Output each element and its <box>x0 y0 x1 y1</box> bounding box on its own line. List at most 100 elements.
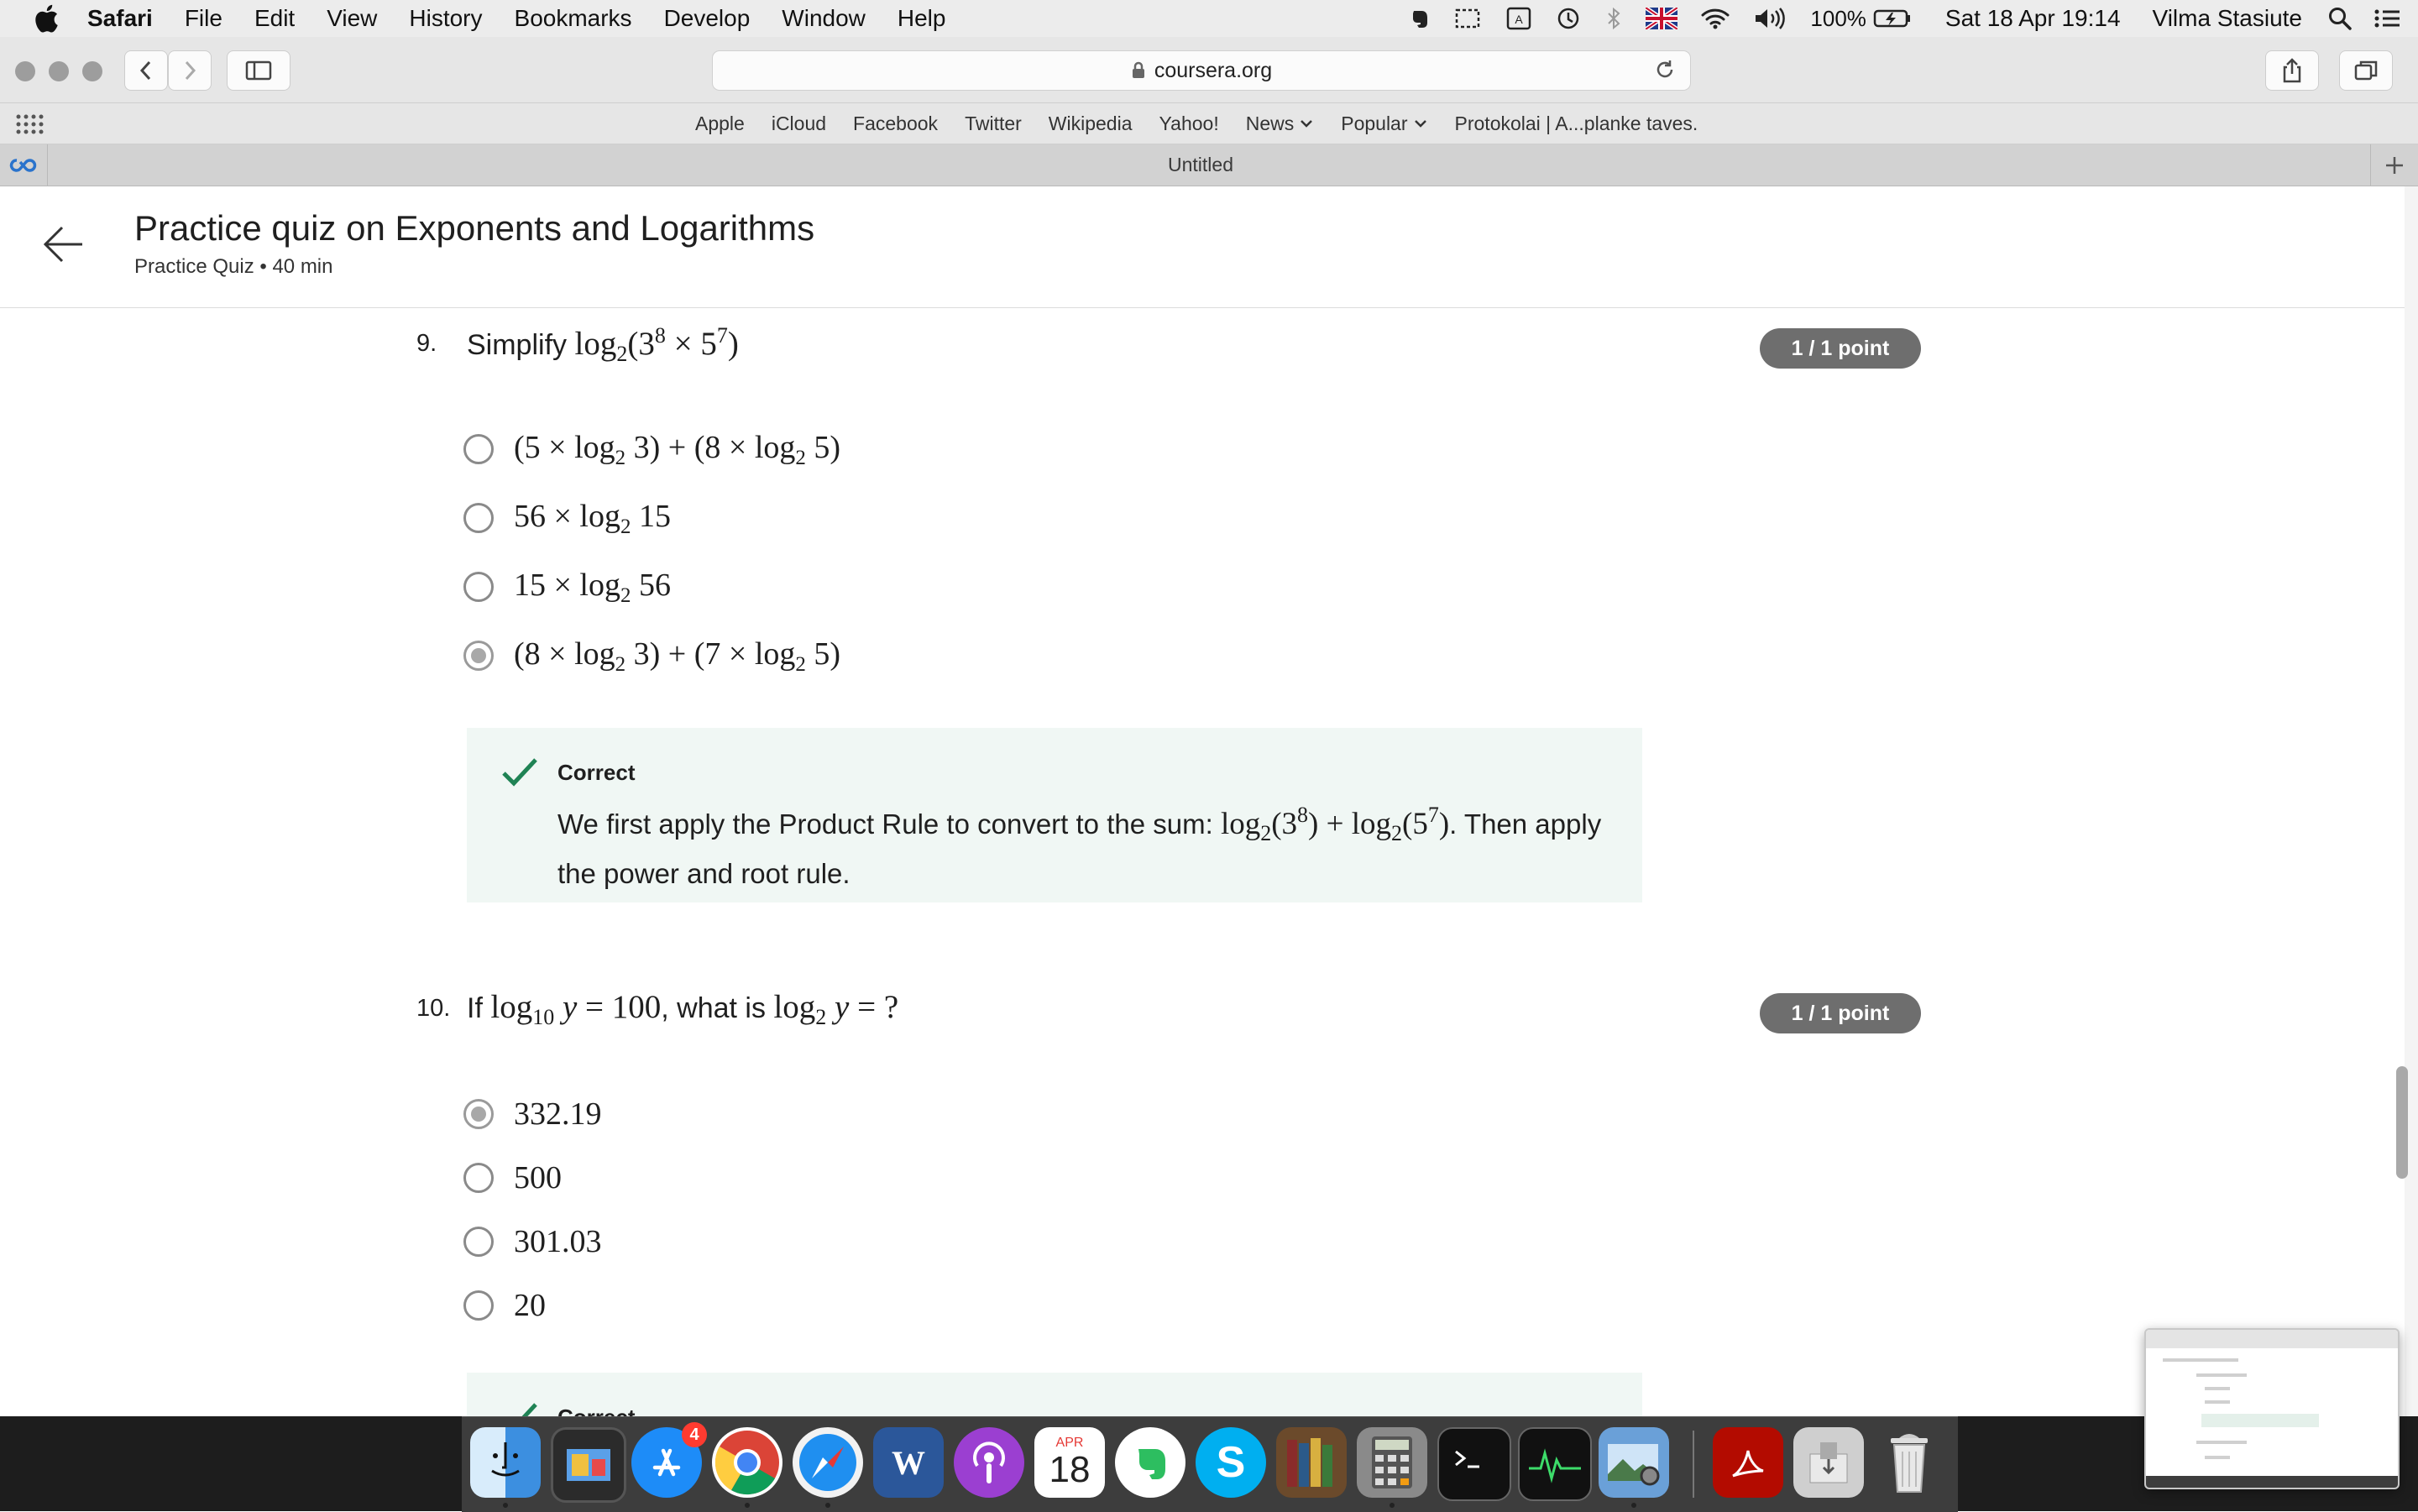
volume-icon[interactable] <box>1753 6 1788 31</box>
finder-icon[interactable] <box>470 1427 541 1498</box>
radio-button[interactable] <box>463 1290 494 1321</box>
option-label: 56 × log2 15 <box>514 498 671 538</box>
back-arrow-icon[interactable] <box>42 223 86 265</box>
radio-button-selected[interactable] <box>463 641 494 671</box>
apple-logo-icon[interactable] <box>34 4 59 33</box>
favorite-apple[interactable]: Apple <box>695 112 745 135</box>
chevron-left-icon <box>139 60 151 81</box>
terminal-icon[interactable] <box>1437 1427 1511 1501</box>
favorite-twitter[interactable]: Twitter <box>965 112 1022 135</box>
menu-window[interactable]: Window <box>782 5 866 32</box>
screenshot-status-icon[interactable] <box>1454 6 1483 31</box>
menubar-user-name[interactable]: Vilma Stasiute <box>2153 5 2302 32</box>
menu-history[interactable]: History <box>409 5 482 32</box>
radio-button[interactable] <box>463 434 494 464</box>
plus-icon <box>2386 156 2403 174</box>
radio-button[interactable] <box>463 503 494 533</box>
favorite-icloud[interactable]: iCloud <box>772 112 826 135</box>
bluetooth-icon[interactable] <box>1604 6 1624 31</box>
favorite-protokolai[interactable]: Protokolai | A...planke taves. <box>1455 112 1698 135</box>
svg-text:A: A <box>1515 13 1524 26</box>
browser-toolbar: coursera.org <box>0 37 2418 103</box>
share-button[interactable] <box>2265 50 2319 91</box>
question-10-option-4[interactable]: 20 <box>463 1280 546 1331</box>
battery-icon[interactable] <box>1873 6 1912 31</box>
calibre-icon[interactable] <box>1276 1427 1347 1498</box>
menu-app-name[interactable]: Safari <box>87 5 153 32</box>
address-bar[interactable]: coursera.org <box>712 50 1691 91</box>
favorite-facebook[interactable]: Facebook <box>853 112 938 135</box>
question-10-option-2[interactable]: 500 <box>463 1153 562 1203</box>
uk-flag-icon[interactable] <box>1646 8 1678 29</box>
question-10-option-3[interactable]: 301.03 <box>463 1216 602 1267</box>
evernote-icon[interactable] <box>1115 1427 1185 1498</box>
favorite-news-folder[interactable]: News <box>1246 112 1315 135</box>
forward-button[interactable] <box>168 50 212 91</box>
skype-icon[interactable]: S <box>1196 1427 1266 1498</box>
image-capture-icon[interactable] <box>1599 1427 1669 1498</box>
thumbnail-dock <box>2146 1476 2398 1488</box>
downloads-folder-icon[interactable] <box>1793 1427 1864 1498</box>
notification-center-icon[interactable] <box>2373 6 2403 31</box>
page-subtitle: Practice Quiz • 40 min <box>134 255 333 278</box>
window-close-button[interactable] <box>15 61 35 81</box>
scrollbar-track[interactable] <box>2405 186 2418 1416</box>
question-9-option-4[interactable]: (8 × log2 3) + (7 × log2 5) <box>463 630 840 681</box>
acrobat-icon[interactable] <box>1713 1427 1783 1498</box>
back-button[interactable] <box>124 50 168 91</box>
active-tab[interactable]: Untitled <box>0 144 2401 186</box>
sidebar-toggle-button[interactable] <box>227 50 290 91</box>
safari-icon[interactable] <box>793 1427 863 1498</box>
display-status-icon[interactable]: A <box>1505 6 1533 31</box>
time-machine-icon[interactable] <box>1555 6 1582 31</box>
favorite-wikipedia[interactable]: Wikipedia <box>1049 112 1133 135</box>
question-9-option-3[interactable]: 15 × log2 56 <box>463 562 671 612</box>
menu-view[interactable]: View <box>327 5 377 32</box>
reload-icon[interactable] <box>1653 58 1677 81</box>
chrome-icon[interactable] <box>712 1427 782 1498</box>
menu-develop[interactable]: Develop <box>664 5 751 32</box>
radio-button[interactable] <box>463 1227 494 1257</box>
menu-bookmarks[interactable]: Bookmarks <box>515 5 632 32</box>
menu-file[interactable]: File <box>185 5 222 32</box>
tab-bar: Untitled <box>0 144 2418 186</box>
menubar-clock[interactable]: Sat 18 Apr 19:14 <box>1945 5 2121 32</box>
preview-app-icon[interactable] <box>551 1427 626 1503</box>
favorite-popular-folder[interactable]: Popular <box>1341 112 1427 135</box>
calculator-icon[interactable] <box>1357 1427 1427 1498</box>
evernote-status-icon[interactable] <box>1407 6 1432 31</box>
window-zoom-button[interactable] <box>82 61 102 81</box>
new-tab-button[interactable] <box>2370 144 2418 186</box>
question-10-option-1[interactable]: 332.19 <box>463 1089 602 1139</box>
menu-edit[interactable]: Edit <box>254 5 295 32</box>
radio-button[interactable] <box>463 572 494 602</box>
chevron-down-icon <box>1301 120 1313 128</box>
question-9-option-1[interactable]: (5 × log2 3) + (8 × log2 5) <box>463 424 840 474</box>
window-minimize-button[interactable] <box>49 61 69 81</box>
menu-help[interactable]: Help <box>898 5 946 32</box>
screenshot-thumbnail-preview[interactable] <box>2144 1328 2400 1489</box>
feedback-expression: log2(38) + log2(57) <box>1220 803 1450 845</box>
safari-running-indicator <box>825 1503 830 1508</box>
podcasts-icon[interactable] <box>954 1427 1024 1498</box>
question-9-prompt: Simplify log2(38 × 57) <box>467 323 739 367</box>
trash-icon[interactable] <box>1874 1427 1944 1498</box>
radio-button[interactable] <box>463 1163 494 1193</box>
favorite-yahoo[interactable]: Yahoo! <box>1159 112 1219 135</box>
question-10-expression-2: log2 y = ? <box>773 989 899 1029</box>
radio-button-selected[interactable] <box>463 1099 494 1129</box>
thumbnail-line <box>2205 1456 2230 1459</box>
scrollbar-thumb[interactable] <box>2396 1066 2408 1179</box>
spotlight-search-icon[interactable] <box>2327 6 2353 31</box>
favorite-popular-label: Popular <box>1341 112 1408 134</box>
question-9-option-2[interactable]: 56 × log2 15 <box>463 493 671 543</box>
word-icon[interactable]: W <box>873 1427 944 1498</box>
grid-icon[interactable] <box>15 113 44 135</box>
thumbnail-line <box>2201 1414 2319 1427</box>
calendar-icon[interactable]: APR 18 <box>1034 1427 1105 1498</box>
quiz-header: Practice quiz on Exponents and Logarithm… <box>0 186 2418 308</box>
tab-overview-button[interactable] <box>2339 50 2393 91</box>
battery-percent[interactable]: 100% <box>1810 6 1866 32</box>
activity-monitor-icon[interactable] <box>1518 1427 1592 1501</box>
wifi-icon[interactable] <box>1699 6 1731 31</box>
